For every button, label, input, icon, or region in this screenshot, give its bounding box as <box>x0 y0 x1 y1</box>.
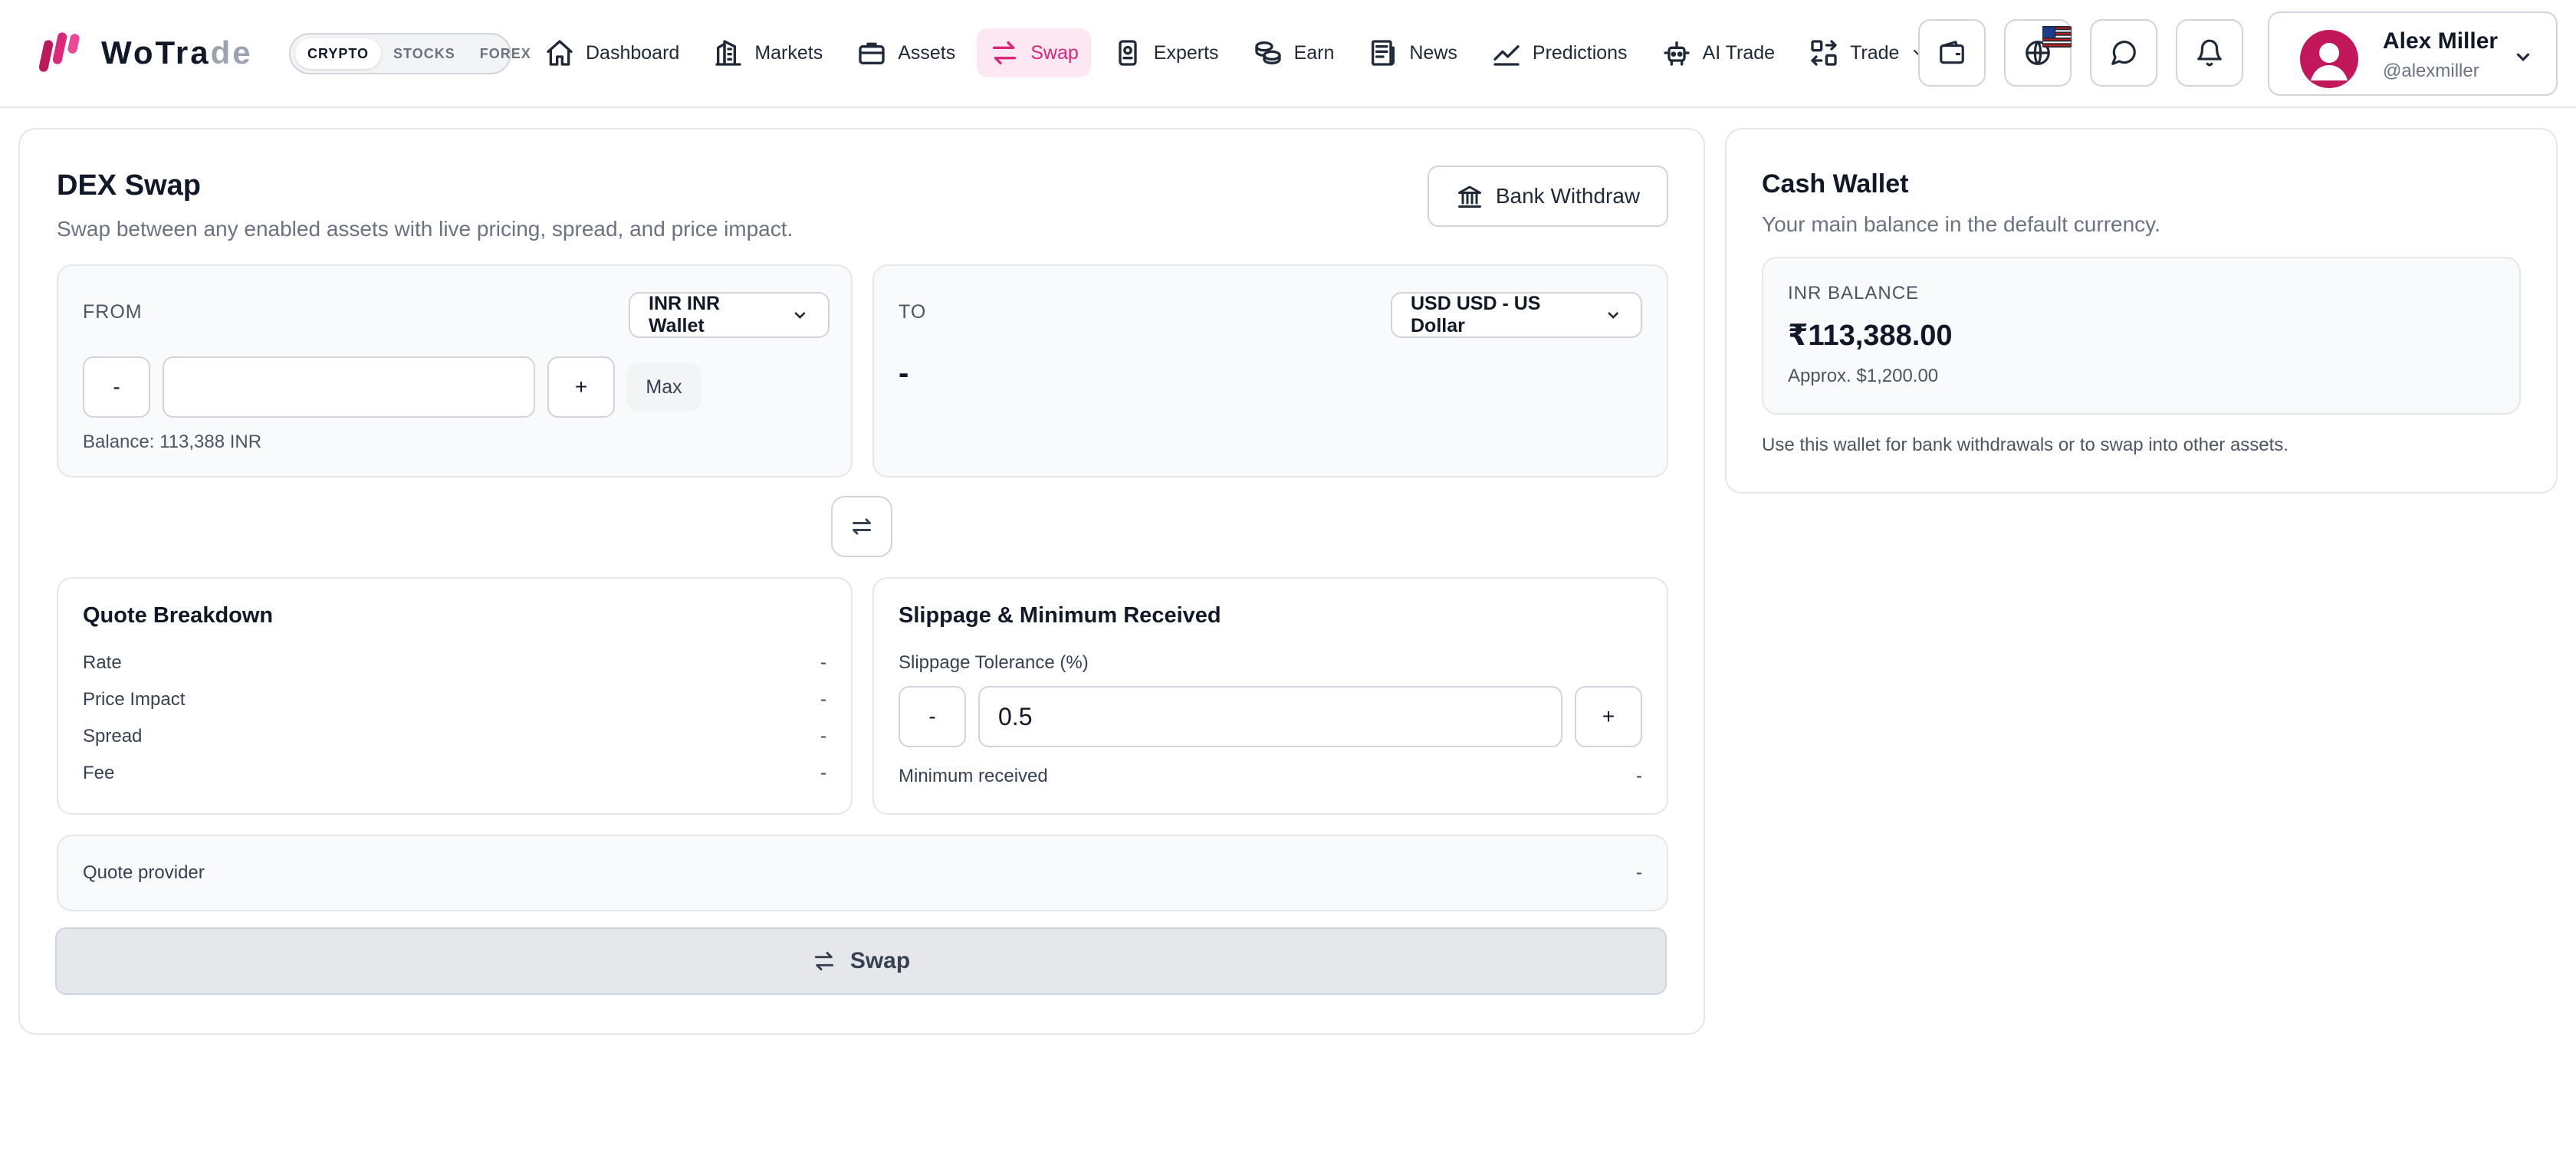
to-asset-select[interactable]: USD USD - US Dollar <box>1391 292 1642 338</box>
from-increment-button[interactable]: + <box>547 356 615 418</box>
min-received-row: Minimum received - <box>899 766 1642 786</box>
dex-swap-card: DEX Swap Swap between any enabled assets… <box>18 128 1705 1035</box>
top-navbar: WoTrade CRYPTO STOCKS FOREX Dashboard Ma… <box>0 0 2576 108</box>
swap-arrows-icon <box>853 518 871 535</box>
bank-withdraw-button[interactable]: Bank Withdraw <box>1428 166 1668 227</box>
from-label: FROM <box>83 301 143 323</box>
chevron-down-icon <box>2516 53 2530 61</box>
wallet-button[interactable] <box>1918 19 1986 87</box>
slippage-title: Slippage & Minimum Received <box>899 603 1221 628</box>
to-label: TO <box>899 301 927 323</box>
max-button[interactable]: Max <box>627 363 701 412</box>
nav-predictions[interactable]: Predictions <box>1479 28 1640 77</box>
bank-icon <box>1457 185 1481 208</box>
toggle-crypto[interactable]: CRYPTO <box>295 38 382 69</box>
page-title: DEX Swap <box>57 169 201 202</box>
quote-row-price-impact: Price Impact - <box>83 689 826 710</box>
building-icon <box>715 40 741 66</box>
quote-provider-row: Quote provider - <box>83 862 1642 883</box>
language-button[interactable] <box>2004 19 2072 87</box>
from-balance: Balance: 113,388 INR <box>83 432 262 452</box>
us-flag-icon <box>2042 25 2072 48</box>
badge-icon <box>1119 40 1137 66</box>
notifications-button[interactable] <box>2176 19 2243 87</box>
quote-row-fee: Fee - <box>83 763 826 783</box>
chat-icon <box>2111 41 2136 65</box>
page-subtitle: Swap between any enabled assets with liv… <box>57 217 794 241</box>
slippage-input[interactable]: 0.5 <box>978 686 1562 747</box>
toggle-stocks[interactable]: STOCKS <box>381 38 468 69</box>
trend-icon <box>1493 45 1520 66</box>
main-nav: Dashboard Markets Assets Swap Experts Ea… <box>532 28 1950 78</box>
balance-label: INR BALANCE <box>1788 283 1920 304</box>
from-decrement-button[interactable]: - <box>83 356 150 418</box>
nav-markets[interactable]: Markets <box>701 28 835 77</box>
nav-news[interactable]: News <box>1355 28 1470 77</box>
home-icon <box>547 40 573 66</box>
to-panel: TO USD USD - US Dollar - <box>872 264 1668 477</box>
inr-balance-box: INR BALANCE ₹113,388.00 Approx. $1,200.0… <box>1762 257 2521 415</box>
balance-approx: Approx. $1,200.00 <box>1788 366 1939 386</box>
to-amount: - <box>899 356 909 390</box>
from-panel: FROM INR INR Wallet - + Max Balance: 113… <box>57 264 853 477</box>
user-icon <box>2311 43 2348 80</box>
chevron-down-icon <box>1607 312 1618 319</box>
from-amount-input[interactable] <box>163 356 535 418</box>
bell-icon <box>2197 39 2222 67</box>
slippage-decrement-button[interactable]: - <box>899 686 966 747</box>
nav-experts[interactable]: Experts <box>1100 28 1231 77</box>
from-asset-select[interactable]: INR INR Wallet <box>629 292 830 338</box>
quote-breakdown-title: Quote Breakdown <box>83 603 274 628</box>
slippage-tolerance-label: Slippage Tolerance (%) <box>899 652 1089 673</box>
user-name: Alex Miller <box>2383 28 2499 54</box>
avatar <box>2300 30 2358 88</box>
market-type-toggle: CRYPTO STOCKS FOREX <box>289 33 531 74</box>
quote-provider-panel: Quote provider - <box>57 835 1668 911</box>
coins-icon <box>1254 41 1281 65</box>
quote-row-rate: Rate - <box>83 652 826 673</box>
quote-breakdown-panel: Quote Breakdown Rate - Price Impact - Spre… <box>57 577 853 815</box>
chat-button[interactable] <box>2090 19 2157 87</box>
chevron-down-icon <box>794 311 806 319</box>
wallet-title: Cash Wallet <box>1762 169 1909 199</box>
nav-assets[interactable]: Assets <box>844 28 968 77</box>
user-handle: @alexmiller <box>2383 61 2479 81</box>
brand-logo[interactable]: WoTrade <box>38 29 253 77</box>
switch-direction-button[interactable] <box>831 496 892 557</box>
slippage-increment-button[interactable]: + <box>1575 686 1642 747</box>
newspaper-icon <box>1372 40 1395 66</box>
nav-dashboard[interactable]: Dashboard <box>532 28 692 77</box>
quote-row-spread: Spread - <box>83 726 826 747</box>
briefcase-icon <box>859 42 885 64</box>
swap-icon <box>814 951 833 971</box>
brand-name: WoTrade <box>101 34 253 71</box>
swap-icon <box>993 41 1017 65</box>
arrows-icon <box>1811 40 1837 66</box>
slippage-panel: Slippage & Minimum Received Slippage Tol… <box>872 577 1668 815</box>
nav-swap[interactable]: Swap <box>977 28 1091 77</box>
robot-icon <box>1663 41 1690 66</box>
wallet-note: Use this wallet for bank withdrawals or … <box>1762 435 2288 455</box>
wallet-icon <box>1940 41 1964 64</box>
nav-earn[interactable]: Earn <box>1240 28 1347 77</box>
wallet-subtitle: Your main balance in the default currenc… <box>1762 212 2160 236</box>
swap-submit-button[interactable]: Swap <box>55 927 1667 995</box>
balance-amount: ₹113,388.00 <box>1788 320 1953 352</box>
user-menu[interactable]: Alex Miller @alexmiller <box>2268 11 2558 96</box>
logo-icon <box>38 32 80 72</box>
nav-ai-trade[interactable]: AI Trade <box>1649 28 1788 77</box>
